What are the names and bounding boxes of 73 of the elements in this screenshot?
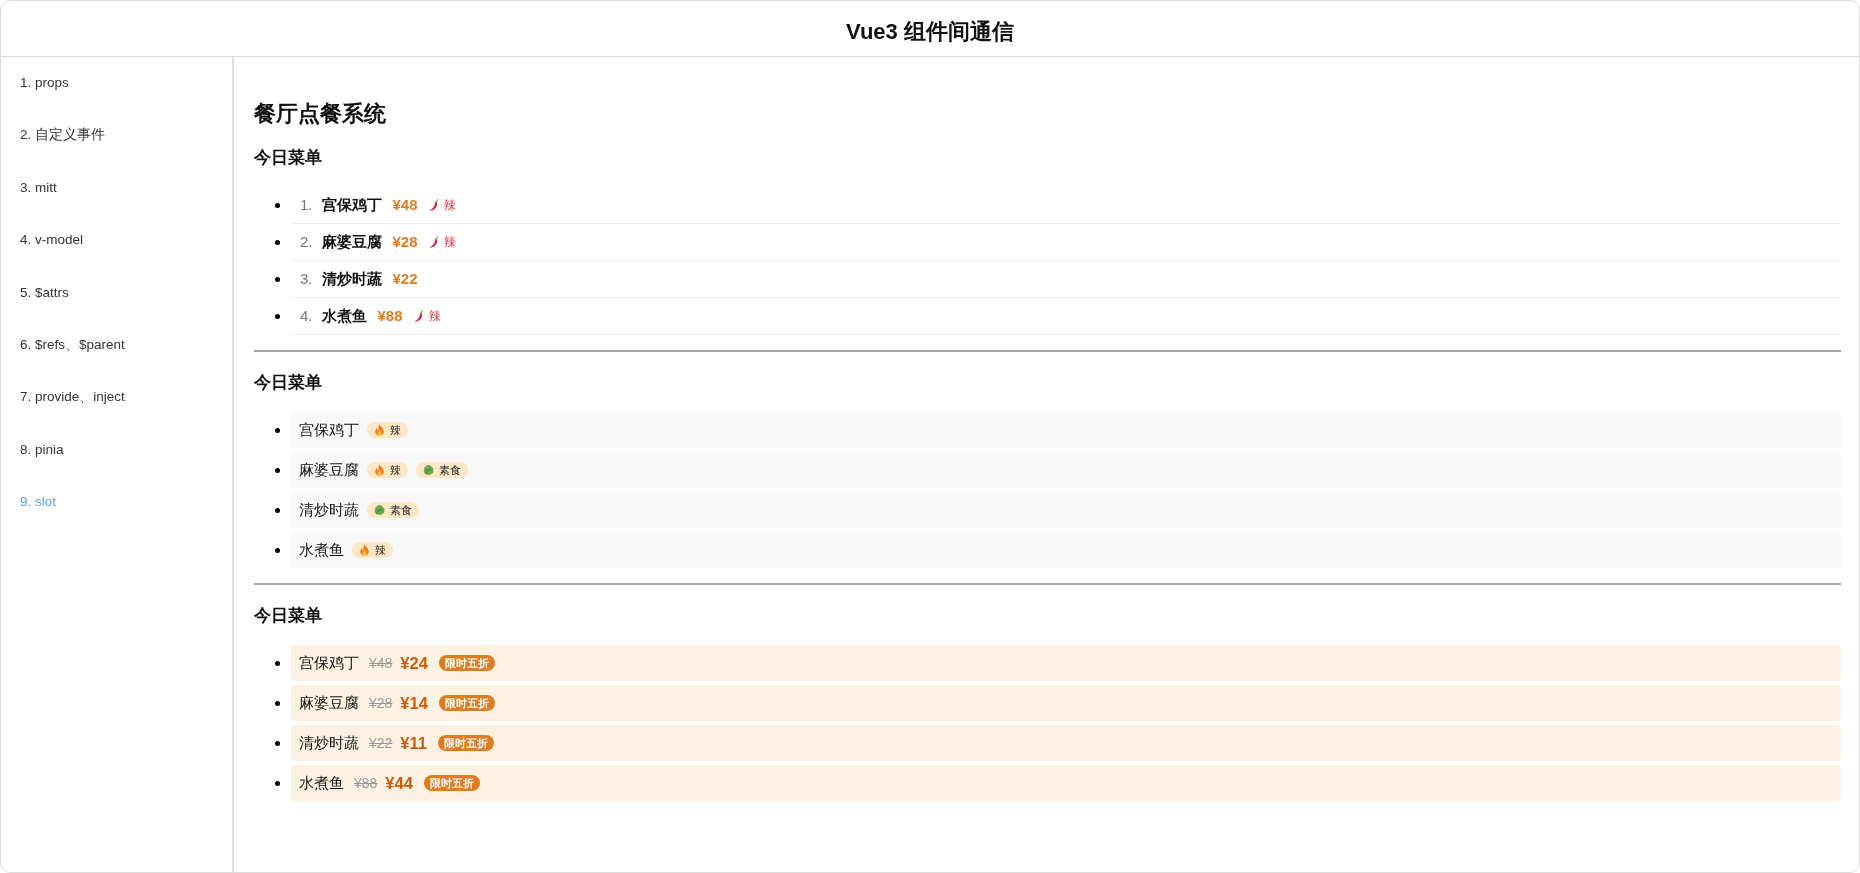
dish-name: 水煮鱼 bbox=[321, 306, 367, 326]
bullet-icon bbox=[275, 240, 280, 245]
bullet-icon bbox=[275, 467, 280, 473]
dish-name: 麻婆豆腐 bbox=[299, 460, 359, 480]
dish-name: 清炒时蔬 bbox=[299, 500, 359, 520]
original-price: ¥22 bbox=[369, 734, 393, 753]
bullet-icon bbox=[275, 203, 280, 208]
fire-icon bbox=[374, 464, 385, 476]
original-price: ¥28 bbox=[369, 694, 393, 713]
sidebar-item[interactable]: 2. 自定义事件 bbox=[1, 109, 232, 162]
discount-badge: 限时五折 bbox=[438, 735, 494, 751]
dish-name: 麻婆豆腐 bbox=[321, 232, 382, 252]
dish-name: 宫保鸡丁 bbox=[321, 195, 382, 215]
section-heading: 今日菜单 bbox=[254, 147, 323, 169]
spicy-label: 辣 bbox=[443, 234, 456, 251]
sidebar-item[interactable]: 3. mitt bbox=[1, 161, 232, 215]
dish-name: 水煮鱼 bbox=[299, 773, 344, 793]
leaf-icon bbox=[423, 464, 434, 476]
dish-name: 水煮鱼 bbox=[299, 540, 344, 560]
item-number: 4. bbox=[300, 306, 313, 326]
bullet-icon bbox=[275, 314, 280, 319]
chili-pepper-icon bbox=[428, 236, 439, 248]
dish-name: 清炒时蔬 bbox=[321, 269, 382, 289]
item-number: 2. bbox=[300, 232, 313, 252]
chili-pepper-icon bbox=[428, 199, 439, 211]
sale-price: ¥24 bbox=[400, 653, 428, 673]
dish-price: ¥88 bbox=[377, 306, 403, 326]
bullet-icon bbox=[275, 427, 280, 433]
original-price: ¥48 bbox=[369, 654, 393, 673]
sidebar-item[interactable]: 7. provide、inject bbox=[1, 371, 232, 424]
bullet-icon bbox=[275, 507, 280, 513]
spicy-label: 辣 bbox=[428, 308, 441, 325]
sidebar-item[interactable]: 1. props bbox=[1, 57, 232, 110]
tag-label: 辣 bbox=[390, 423, 401, 438]
discount-badge: 限时五折 bbox=[438, 655, 495, 671]
sidebar-item[interactable]: 6. $refs、$parent bbox=[1, 319, 232, 372]
dish-price: ¥48 bbox=[392, 195, 418, 215]
tag-label: 辣 bbox=[375, 543, 386, 558]
discount-badge: 限时五折 bbox=[438, 695, 495, 711]
tag-label: 素食 bbox=[390, 503, 412, 518]
spicy-label: 辣 bbox=[443, 197, 456, 214]
dish-name: 清炒时蔬 bbox=[299, 733, 359, 753]
sale-price: ¥44 bbox=[385, 773, 413, 793]
dish-price: ¥28 bbox=[392, 232, 418, 252]
discount-badge: 限时五折 bbox=[423, 775, 480, 791]
dish-name: 宫保鸡丁 bbox=[299, 420, 359, 440]
sidebar-item[interactable]: 5. $attrs bbox=[1, 266, 232, 320]
bullet-icon bbox=[275, 780, 280, 786]
bullet-icon bbox=[275, 660, 280, 666]
item-number: 3. bbox=[300, 269, 313, 289]
section-heading: 今日菜单 bbox=[254, 605, 323, 627]
sidebar-item[interactable]: 4. v-model bbox=[1, 214, 232, 267]
sale-price: ¥14 bbox=[400, 693, 428, 713]
sidebar-item[interactable]: 8. pinia bbox=[1, 423, 232, 477]
section-heading: 今日菜单 bbox=[254, 372, 323, 394]
tag-label: 素食 bbox=[439, 463, 461, 478]
bullet-icon bbox=[275, 740, 280, 746]
tag-label: 辣 bbox=[390, 463, 401, 478]
bullet-icon bbox=[275, 547, 280, 553]
app-title: Vue3 组件间通信 bbox=[846, 19, 1014, 45]
fire-icon bbox=[374, 424, 385, 436]
bullet-icon bbox=[275, 700, 280, 706]
dish-name: 麻婆豆腐 bbox=[299, 693, 359, 713]
item-number: 1. bbox=[300, 195, 313, 215]
bullet-icon bbox=[275, 277, 280, 282]
page-title: 餐厅点餐系统 bbox=[254, 101, 387, 127]
sale-price: ¥11 bbox=[400, 733, 427, 753]
chili-pepper-icon bbox=[413, 310, 424, 322]
fire-icon bbox=[359, 544, 370, 556]
leaf-icon bbox=[374, 504, 385, 516]
original-price: ¥88 bbox=[354, 774, 378, 793]
dish-price: ¥22 bbox=[392, 269, 418, 289]
dish-name: 宫保鸡丁 bbox=[299, 653, 359, 673]
